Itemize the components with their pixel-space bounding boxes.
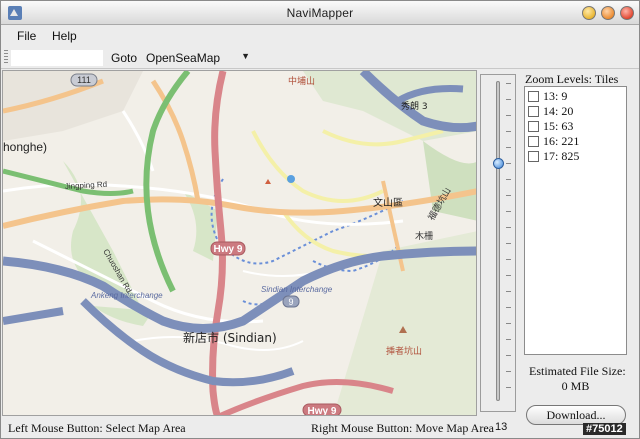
map-label-sindian-ic: Sindian Interchange xyxy=(261,285,333,294)
zoom-level-item[interactable]: 15: 63 xyxy=(528,119,573,134)
map-label-zhonghe: honghe) xyxy=(3,140,47,154)
zoom-level-checkbox[interactable] xyxy=(528,151,539,162)
zoom-level-checkbox[interactable] xyxy=(528,136,539,147)
chevron-down-icon: ▼ xyxy=(241,51,250,61)
close-button[interactable] xyxy=(620,6,634,20)
estimated-size-value: 0 MB xyxy=(561,379,590,393)
map-label-hwy9-b: Hwy 9 xyxy=(308,406,337,416)
zoom-level-checkbox[interactable] xyxy=(528,121,539,132)
estimated-size-label: Estimated File Size: xyxy=(529,364,626,378)
zoom-level-label: 13: 9 xyxy=(543,89,568,103)
watermark: #75012 xyxy=(583,423,626,435)
zoom-level-checkbox[interactable] xyxy=(528,91,539,102)
zoom-slider-ticks xyxy=(506,83,511,401)
map-label-wenshan: 文山區 xyxy=(373,196,403,209)
zoom-levels-title: Zoom Levels: Tiles xyxy=(525,72,619,86)
location-input[interactable] xyxy=(10,49,104,67)
zoom-level-item[interactable]: 17: 825 xyxy=(528,149,579,164)
minimize-button[interactable] xyxy=(582,6,596,20)
status-right-hint: Right Mouse Button: Move Map Area xyxy=(311,421,494,435)
zoom-level-item[interactable]: 16: 221 xyxy=(528,134,579,149)
title-bar[interactable]: NaviMapper xyxy=(1,1,639,25)
map-source-select[interactable]: OpenSeaMap ▼ xyxy=(140,48,256,67)
menu-help[interactable]: Help xyxy=(52,29,77,43)
zoom-slider-value: 13 xyxy=(495,421,508,433)
map-label-road9: 9 xyxy=(288,297,293,307)
map-source-value: OpenSeaMap xyxy=(146,51,221,65)
zoom-slider-track[interactable] xyxy=(496,81,500,401)
menu-file[interactable]: File xyxy=(17,29,36,43)
maximize-button[interactable] xyxy=(601,6,615,20)
zoom-level-label: 16: 221 xyxy=(543,134,580,148)
zoom-level-label: 17: 825 xyxy=(543,149,580,163)
menu-bar: File Help xyxy=(1,26,639,46)
map-label-muzha: 木柵 xyxy=(415,230,433,242)
zoom-level-label: 14: 20 xyxy=(543,104,574,118)
zoom-slider[interactable] xyxy=(480,74,516,412)
zoom-level-item[interactable]: 13: 9 xyxy=(528,89,567,104)
window-title: NaviMapper xyxy=(286,6,354,20)
toolbar-grip-handle[interactable] xyxy=(4,50,8,65)
status-left-hint: Left Mouse Button: Select Map Area xyxy=(8,421,186,435)
zoom-level-checkbox[interactable] xyxy=(528,106,539,117)
map-canvas: 111 Hwy 9 Hwy 9 9 honghe) Jingping Rd An… xyxy=(3,71,476,416)
toolbar: Goto OpenSeaMap ▼ xyxy=(1,47,639,69)
goto-label: Goto xyxy=(111,51,138,65)
map-label-hwy9-a: Hwy 9 xyxy=(214,244,243,255)
map-label-jingping: Jingping Rd xyxy=(65,180,108,191)
map-label-zhongshan: 中埔山 xyxy=(288,75,315,87)
zoom-levels-list: 13: 9 14: 20 15: 63 16: 221 17: 825 xyxy=(524,86,627,355)
map-label-road111: 111 xyxy=(77,75,91,85)
zoom-level-label: 15: 63 xyxy=(543,119,574,133)
map-label-hsiu: 秀朗 3 xyxy=(401,100,428,112)
app-window: NaviMapper File Help Goto OpenSeaMap ▼ 1… xyxy=(0,0,640,439)
zoom-level-item[interactable]: 14: 20 xyxy=(528,104,573,119)
zoom-slider-handle[interactable] xyxy=(493,158,504,169)
download-button[interactable]: Download... xyxy=(526,405,626,425)
map-view[interactable]: 111 Hwy 9 Hwy 9 9 honghe) Jingping Rd An… xyxy=(2,70,477,416)
map-label-shengshan: 挿者坑山 xyxy=(386,345,422,357)
map-label-sindian: 新店市 (Sindian) xyxy=(183,330,277,345)
